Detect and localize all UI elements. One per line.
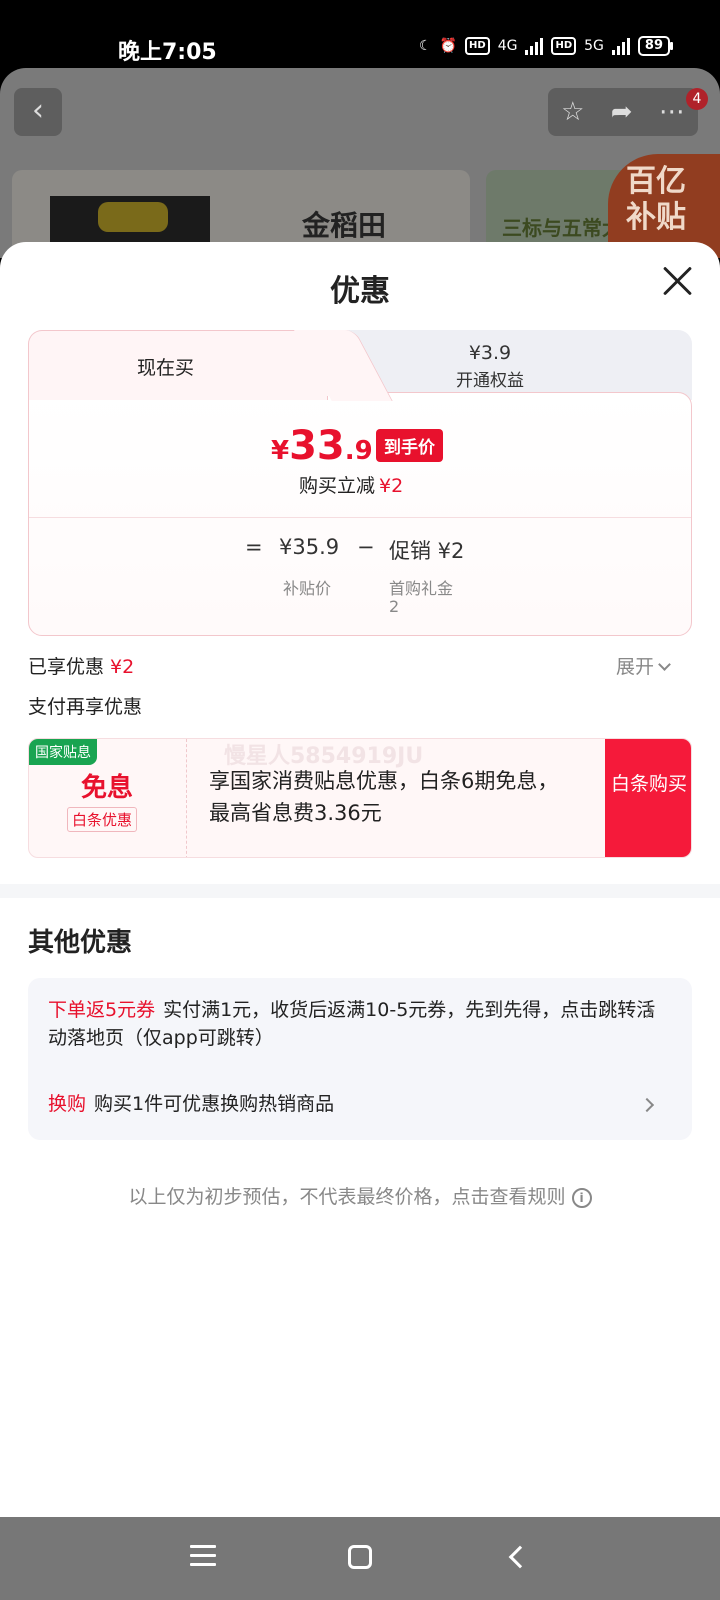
network-label-1: 4G [497, 38, 518, 54]
watermark: 慢星人5854919JU [224, 744, 424, 769]
network-label-2: 5G [584, 38, 604, 54]
alarm-icon: ⏰ [439, 38, 458, 54]
offer-text-exchange: 购买1件可优惠换购热销商品 [94, 1093, 335, 1115]
offer-item-coupon[interactable]: 下单返5元券 实付满1元，收货后返满10-5元券，先到先得，点击跳转活动落地页（仅… [48, 996, 668, 1052]
share-icon[interactable]: ➦ [611, 97, 633, 127]
enjoyed-discount: 已享优惠 ¥2 [28, 652, 134, 679]
tab-buy-now-label: 现在买 [137, 357, 195, 379]
battery-icon: 89 [637, 36, 674, 56]
price-card: ¥3.9 开通权益 ¥33.9 到手价 购买立减 ¥2 = ¥35.9 − 促销 … [28, 330, 692, 636]
disclaimer-text: 以上仅为初步预估，不代表最终价格，点击查看规则 [128, 1186, 566, 1208]
promo-amount: 促销 ¥2 [389, 539, 465, 563]
equals-sign: = [245, 535, 263, 559]
status-time: 晚上7:05 [118, 40, 217, 65]
tab-joiner [29, 388, 347, 396]
moon-icon: ☾ [419, 38, 432, 54]
offer-item-exchange[interactable]: 换购 购买1件可优惠换购热销商品 [48, 1090, 668, 1118]
brand-logo: 金稻田 [302, 209, 387, 242]
top-actions: ☆ ➦ ⋯ [548, 88, 698, 136]
enjoyed-label: 已享优惠 [28, 656, 105, 678]
close-icon[interactable] [660, 264, 694, 298]
enjoyed-value: ¥2 [110, 656, 135, 678]
other-offers-list: 下单返5元券 实付满1元，收货后返满10-5元券，先到先得，点击跳转活动落地页（仅… [28, 978, 692, 1140]
subsidy-line-2: 补贴 [626, 200, 686, 235]
info-icon: i [571, 1187, 592, 1208]
interest-free-title: 免息 [81, 773, 134, 803]
star-icon[interactable]: ☆ [561, 97, 584, 127]
other-offers-title: 其他优惠 [28, 928, 133, 958]
reduce-value: ¥2 [379, 475, 404, 497]
promo-sub-value: 2 [389, 597, 400, 616]
status-icons: ☾ ⏰ HD 4G HD 5G 89 [419, 36, 674, 56]
hd-icon-2: HD [551, 37, 577, 55]
final-price: ¥33.9 [271, 423, 373, 469]
chevron-down-icon [658, 658, 671, 671]
final-price-yen: ¥ [271, 436, 290, 466]
sheet-title: 优惠 [330, 274, 390, 309]
baitiao-tag: 白条优惠 [67, 807, 138, 832]
subsidy-price: ¥35.9 [279, 535, 340, 559]
hd-icon: HD [465, 37, 490, 55]
back-icon[interactable]: ‹ [14, 88, 62, 136]
card-divider [29, 517, 691, 518]
promo-label: 首购礼金 [389, 579, 454, 598]
back-nav-icon[interactable] [508, 1545, 532, 1569]
expand-label: 展开 [616, 656, 655, 678]
minus-sign: − [357, 535, 375, 559]
offer-tag-coupon: 下单返5元券 [48, 999, 156, 1021]
reduce-label: 购买立减 [299, 475, 376, 497]
home-icon[interactable] [348, 1545, 372, 1569]
subsidy-price-label: 补贴价 [283, 579, 332, 598]
final-price-tag: 到手价 [376, 429, 443, 462]
reduce-text: 购买立减 ¥2 [299, 471, 403, 498]
signal-icon-2 [611, 37, 630, 55]
price-card-body: ¥33.9 到手价 购买立减 ¥2 = ¥35.9 − 促销 ¥2 补贴价 首购礼… [28, 392, 692, 636]
more-icon[interactable]: ⋯ [659, 97, 685, 127]
background-product-page: ‹ ☆ ➦ ⋯ 4 金稻田 三标与五常大米 百亿 补贴 [0, 68, 720, 258]
baitiao-buy-button[interactable]: 白条购买 [605, 739, 691, 857]
pay-discount-title: 支付再享优惠 [28, 696, 143, 718]
final-price-int: 33 [289, 423, 345, 469]
interest-free-desc: 享国家消费贴息优惠，白条6期免息，最高省息费3.36元 [209, 769, 559, 825]
discount-sheet: 优惠 ¥3.9 开通权益 ¥33.9 到手价 购买立减 ¥2 = ¥35.9 − … [0, 242, 720, 1517]
disclaimer[interactable]: 以上仅为初步预估，不代表最终价格，点击查看规则 i [0, 1182, 720, 1209]
status-bar: 晚上7:05 ☾ ⏰ HD 4G HD 5G 89 [0, 0, 720, 68]
expand-button[interactable]: 展开 [616, 652, 671, 679]
national-subsidy-tag: 国家贴息 [29, 739, 97, 765]
menu-icon[interactable] [190, 1545, 216, 1567]
final-price-dec: .9 [344, 436, 373, 466]
subsidy-line-1: 百亿 [626, 164, 686, 199]
cart-badge: 4 [686, 88, 708, 110]
system-nav-bar [0, 1517, 720, 1600]
section-separator [0, 884, 720, 898]
signal-icon [525, 37, 544, 55]
offer-tag-exchange: 换购 [48, 1093, 87, 1115]
interest-free-left: 国家贴息 免息 白条优惠 [29, 739, 187, 857]
